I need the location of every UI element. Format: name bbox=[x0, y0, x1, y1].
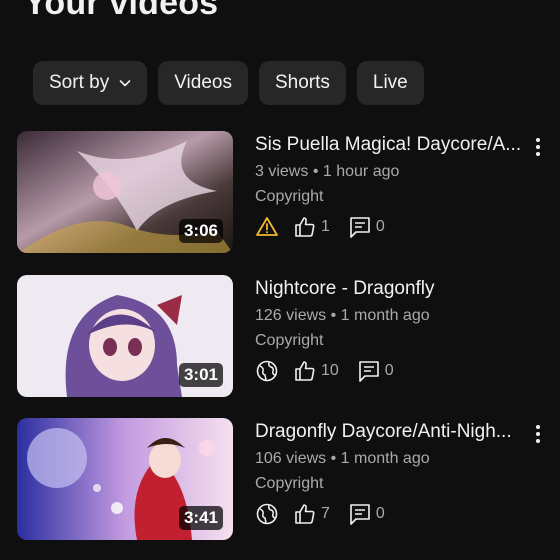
comment-count: 0 bbox=[375, 505, 385, 522]
like-count: 7 bbox=[321, 505, 330, 522]
video-thumbnail[interactable]: 3:01 bbox=[17, 275, 233, 397]
upload-age: 1 month ago bbox=[340, 307, 430, 324]
video-row[interactable]: 3:01 Nightcore - Dragonfly 126 views • 1… bbox=[0, 275, 560, 399]
video-title[interactable]: Sis Puella Magica! Daycore/A... bbox=[255, 133, 523, 157]
like-count: 10 bbox=[321, 362, 339, 379]
video-stats: 7 0 bbox=[255, 501, 535, 527]
meta-separator: • bbox=[312, 163, 319, 180]
video-info: Nightcore - Dragonfly 126 views • 1 mont… bbox=[255, 277, 535, 384]
live-chip[interactable]: Live bbox=[356, 61, 424, 105]
warning-icon[interactable] bbox=[255, 215, 279, 239]
chevron-down-icon bbox=[119, 80, 131, 87]
video-info: Sis Puella Magica! Daycore/A... 3 views … bbox=[255, 133, 535, 240]
sort-by-label: Sort by bbox=[49, 72, 110, 93]
like-icon bbox=[295, 361, 315, 381]
like-count: 1 bbox=[321, 218, 330, 235]
comment-icon bbox=[358, 361, 379, 382]
filter-chips: Sort by Videos Shorts Live bbox=[33, 61, 424, 105]
shorts-chip[interactable]: Shorts bbox=[258, 61, 346, 105]
video-title[interactable]: Nightcore - Dragonfly bbox=[255, 277, 523, 301]
upload-age: 1 hour ago bbox=[322, 163, 400, 180]
comment-count: 0 bbox=[384, 362, 394, 379]
globe-icon[interactable] bbox=[255, 502, 279, 526]
video-info: Dragonfly Daycore/Anti-Nigh... 106 views… bbox=[255, 420, 535, 527]
shorts-chip-label: Shorts bbox=[274, 72, 330, 93]
more-options-icon[interactable] bbox=[530, 422, 546, 446]
meta-separator: • bbox=[330, 450, 337, 467]
video-thumbnail[interactable]: 3:41 bbox=[17, 418, 233, 540]
view-count: 126 views bbox=[255, 307, 327, 324]
view-count: 106 views bbox=[255, 450, 327, 467]
comment-count: 0 bbox=[375, 218, 385, 235]
video-duration: 3:01 bbox=[178, 363, 223, 387]
video-stats: 1 0 bbox=[255, 214, 535, 240]
comment-icon bbox=[350, 217, 370, 238]
video-row[interactable]: 3:41 Dragonfly Daycore/Anti-Nigh... 106 … bbox=[0, 418, 560, 542]
meta-separator: • bbox=[330, 307, 337, 324]
page-title: Your videos bbox=[24, 0, 219, 22]
video-visibility: Copyright bbox=[255, 475, 324, 492]
like-icon bbox=[295, 217, 315, 237]
more-options-icon[interactable] bbox=[530, 135, 546, 159]
videos-chip-label: Videos bbox=[174, 72, 232, 93]
sort-by-chip[interactable]: Sort by bbox=[33, 61, 148, 105]
view-count: 3 views bbox=[255, 163, 309, 180]
comment-icon bbox=[350, 504, 370, 525]
video-row[interactable]: 3:06 Sis Puella Magica! Daycore/A... 3 v… bbox=[0, 131, 560, 255]
video-meta: 3 views • 1 hour ago bbox=[255, 162, 535, 182]
videos-chip[interactable]: Videos bbox=[158, 61, 248, 105]
globe-icon[interactable] bbox=[255, 359, 279, 383]
live-chip-label: Live bbox=[372, 72, 408, 93]
like-icon bbox=[295, 504, 315, 524]
video-meta: 126 views • 1 month ago bbox=[255, 306, 535, 326]
upload-age: 1 month ago bbox=[340, 450, 430, 467]
video-meta: 106 views • 1 month ago bbox=[255, 449, 535, 469]
video-title[interactable]: Dragonfly Daycore/Anti-Nigh... bbox=[255, 420, 523, 444]
video-stats: 10 0 bbox=[255, 358, 535, 384]
video-visibility: Copyright bbox=[255, 188, 324, 205]
video-thumbnail[interactable]: 3:06 bbox=[17, 131, 233, 253]
video-duration: 3:06 bbox=[178, 219, 223, 243]
video-visibility: Copyright bbox=[255, 332, 324, 349]
video-duration: 3:41 bbox=[178, 506, 223, 530]
